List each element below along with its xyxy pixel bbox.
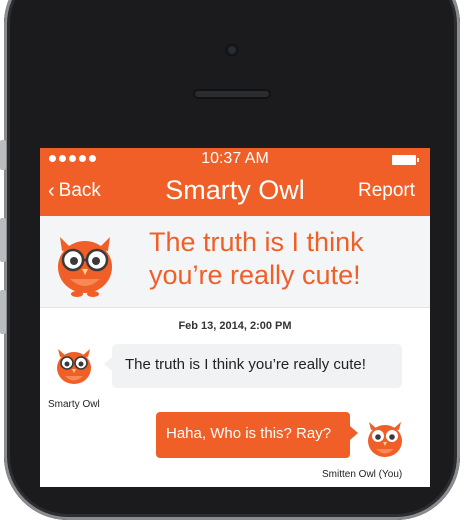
phone-frame: 10:37 AM ‹ Back Smarty Owl Report The tr… (0, 0, 464, 520)
smarty-owl-avatar-icon (58, 237, 112, 297)
status-bar: 10:37 AM (40, 148, 430, 172)
volume-down-button (0, 290, 6, 334)
incoming-message-bubble: The truth is I think you’re really cute! (104, 344, 402, 388)
outgoing-message-text: Haha, Who is this? Ray? (166, 425, 332, 442)
incoming-message-text: The truth is I think you’re really cute! (125, 356, 366, 373)
status-time: 10:37 AM (201, 150, 269, 167)
battery-icon (392, 155, 419, 165)
smarty-owl-small-avatar-icon (57, 349, 91, 384)
navigation-bar: ‹ Back Smarty Owl Report (40, 172, 430, 216)
featured-message-banner: The truth is I think you’re really cute! (40, 216, 430, 308)
mute-switch (0, 140, 6, 170)
outgoing-message-bubble: Haha, Who is this? Ray? (156, 412, 358, 458)
front-camera (225, 43, 239, 57)
volume-up-button (0, 218, 6, 262)
smitten-owl-avatar-icon (368, 422, 402, 457)
phone-screen: 10:37 AM ‹ Back Smarty Owl Report The tr… (40, 148, 430, 487)
earpiece-speaker (193, 89, 271, 99)
report-button[interactable]: Report (358, 180, 415, 202)
message-timestamp: Feb 13, 2014, 2:00 PM (178, 320, 292, 332)
incoming-sender-name: Smarty Owl (48, 399, 100, 410)
featured-message-text: The truth is I think you’re really cute! (149, 227, 364, 290)
outgoing-sender-name: Smitten Owl (You) (322, 469, 403, 480)
